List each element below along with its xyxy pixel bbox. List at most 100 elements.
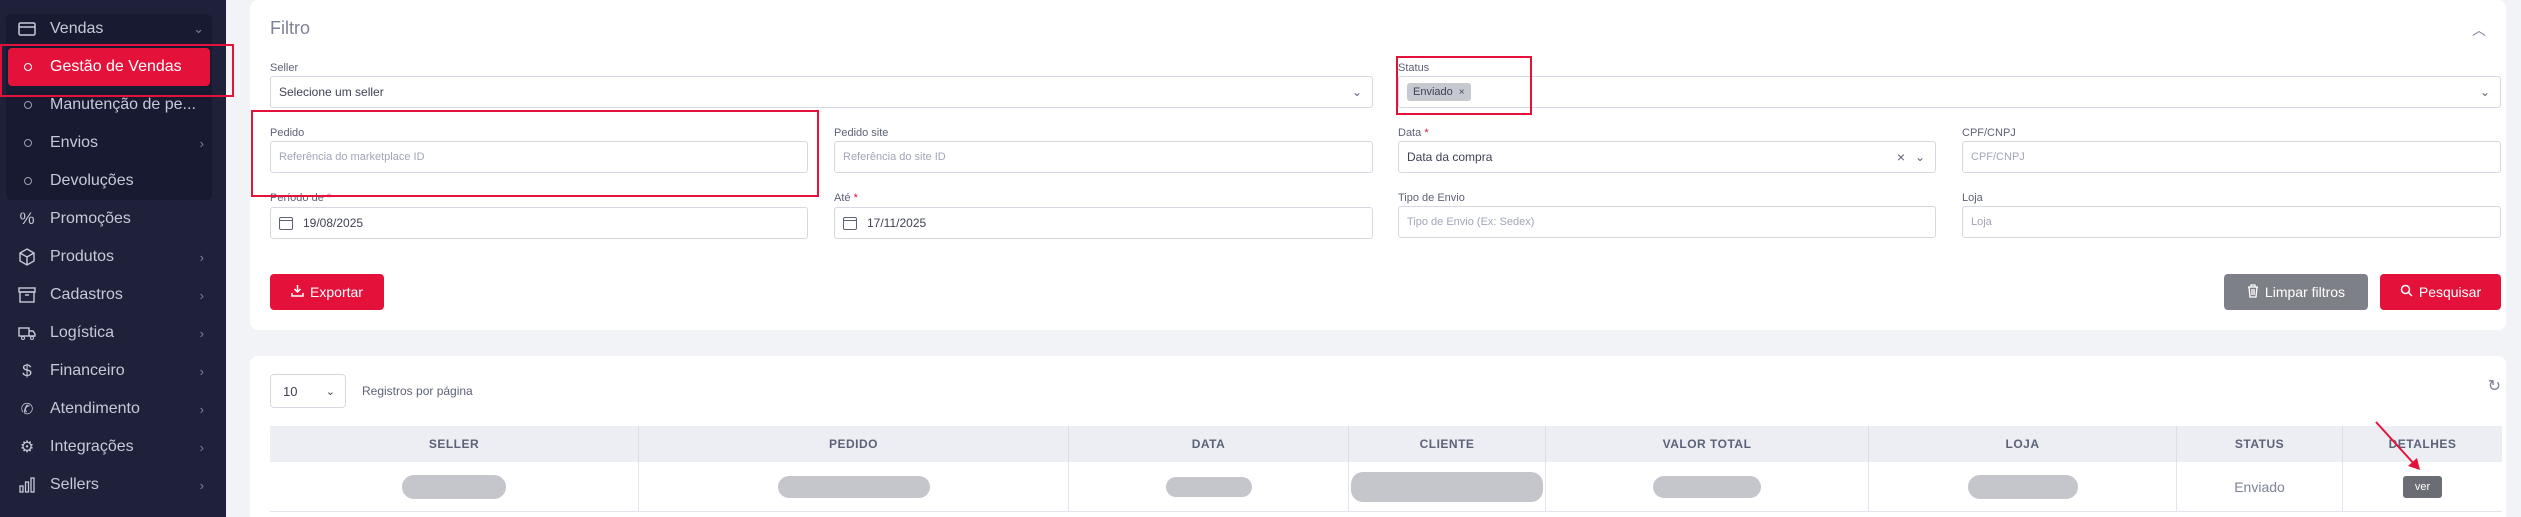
column-header[interactable]: SELLER [270, 426, 639, 462]
bullet-icon [24, 139, 32, 147]
per-page-value: 10 [283, 383, 298, 399]
sidebar-item-produtos[interactable]: Produtos › [0, 238, 226, 276]
redacted-value [1967, 475, 2078, 499]
sidebar-item-financeiro[interactable]: $ Financeiro › [0, 352, 226, 390]
sidebar-item-manutencao[interactable]: Manutenção de pe... [0, 86, 226, 124]
sidebar-item-promocoes[interactable]: % Promoções [0, 200, 226, 238]
chevron-right-icon: › [199, 401, 204, 417]
column-header[interactable]: VALOR TOTAL [1546, 426, 1869, 462]
gear-icon: ⚙ [19, 439, 35, 456]
sidebar-item-label: Financeiro [50, 362, 125, 379]
table-row: Enviado ver [270, 462, 2502, 512]
sidebar-item-vendas[interactable]: Vendas ⌄ [0, 10, 226, 48]
sidebar-item-atendimento[interactable]: ✆ Atendimento › [0, 390, 226, 428]
phone-icon: ✆ [20, 401, 34, 418]
bullet-icon [24, 63, 32, 71]
search-button[interactable]: Pesquisar [2380, 274, 2501, 310]
clear-filters-label: Limpar filtros [2264, 284, 2346, 300]
card-icon [18, 20, 36, 38]
data-select[interactable]: Data da compra × ⌄ [1398, 141, 1936, 173]
download-icon [291, 284, 304, 300]
bullet-icon [24, 177, 32, 185]
refresh-icon[interactable]: ↻ [2488, 376, 2501, 396]
chevron-up-icon[interactable]: ︿ [2472, 20, 2486, 40]
sidebar-item-integracoes[interactable]: ⚙ Integrações › [0, 428, 226, 466]
cpf-label: CPF/CNPJ [1962, 127, 2016, 139]
pedido-input[interactable]: Referência do marketplace ID [270, 141, 808, 173]
pedido-cell [639, 462, 1069, 512]
sidebar-item-sellers[interactable]: Sellers › [0, 466, 226, 504]
sidebar-item-gestao-de-vendas[interactable]: Gestão de Vendas [8, 48, 210, 86]
pedido-label: Pedido [270, 127, 305, 139]
close-icon[interactable]: × [1459, 87, 1465, 98]
sidebar-item-label: Cadastros [50, 286, 123, 303]
sidebar-item-devolucoes[interactable]: Devoluções [0, 162, 226, 200]
data-label-text: Data [1398, 127, 1422, 139]
pedido-site-label: Pedido site [834, 127, 889, 139]
chevron-right-icon: › [199, 249, 204, 265]
sidebar-item-envios[interactable]: Envios › [0, 124, 226, 162]
ate-input[interactable]: 17/11/2025 [834, 207, 1373, 239]
sidebar-item-logistica[interactable]: Logística › [0, 314, 226, 352]
sidebar-item-label: Gestão de Vendas [50, 58, 182, 75]
loja-input[interactable]: Loja [1962, 206, 2501, 238]
seller-cell [270, 462, 639, 512]
sidebar-item-label: Vendas [50, 20, 104, 37]
chevron-right-icon: › [199, 363, 204, 379]
seller-select[interactable]: Selecione um seller ⌄ [270, 76, 1373, 108]
chevron-right-icon: › [199, 135, 204, 151]
status-cell: Enviado [2177, 462, 2343, 512]
periodo-de-label: Período de * [270, 192, 331, 204]
tipo-envio-input[interactable]: Tipo de Envio (Ex: Sedex) [1398, 206, 1936, 238]
seller-placeholder: Selecione um seller [279, 85, 384, 99]
loja-cell [1869, 462, 2177, 512]
chevron-down-icon: ⌄ [325, 385, 335, 398]
export-button[interactable]: Exportar [270, 274, 384, 310]
per-page-select[interactable]: 10 ⌄ [270, 374, 346, 408]
pedido-site-input[interactable]: Referência do site ID [834, 141, 1373, 173]
archive-icon [18, 286, 36, 304]
pedido-placeholder: Referência do marketplace ID [279, 151, 425, 163]
sidebar-item-label: Devoluções [50, 172, 134, 189]
tipo-envio-placeholder: Tipo de Envio (Ex: Sedex) [1407, 216, 1535, 228]
status-tag[interactable]: Enviado × [1407, 83, 1471, 101]
redacted-value [1653, 476, 1761, 498]
loja-label: Loja [1962, 192, 1983, 204]
clear-filters-button[interactable]: Limpar filtros [2224, 274, 2368, 310]
dollar-icon: $ [22, 361, 32, 380]
status-select[interactable]: Enviado × ⌄ [1398, 76, 2501, 108]
table-header: SELLER PEDIDO DATA CLIENTE VALOR TOTAL L… [270, 426, 2502, 462]
pedido-site-placeholder: Referência do site ID [843, 151, 946, 163]
column-header[interactable]: DATA [1069, 426, 1349, 462]
export-label: Exportar [310, 284, 363, 300]
required-mark: * [853, 192, 858, 204]
sidebar-item-label: Sellers [50, 476, 99, 493]
calendar-icon [279, 216, 293, 230]
truck-icon [18, 324, 36, 342]
bar-chart-icon [18, 476, 36, 494]
data-value: Data da compra [1407, 150, 1493, 164]
sidebar-item-cadastros[interactable]: Cadastros › [0, 276, 226, 314]
column-header[interactable]: LOJA [1869, 426, 2177, 462]
redacted-value [402, 475, 506, 499]
ate-value: 17/11/2025 [867, 216, 927, 230]
column-header[interactable]: PEDIDO [639, 426, 1069, 462]
sidebar-item-label: Envios [50, 134, 99, 151]
data-cell [1069, 462, 1349, 512]
sidebar-item-label: Manutenção de pe... [50, 96, 196, 113]
seller-label: Seller [270, 62, 299, 74]
column-header[interactable]: STATUS [2177, 426, 2343, 462]
valor-cell [1546, 462, 1869, 512]
ate-label: Até * [834, 192, 858, 204]
annotation-arrow [2375, 421, 2420, 470]
search-label: Pesquisar [2418, 284, 2482, 300]
periodo-de-input[interactable]: 19/08/2025 [270, 207, 808, 239]
tipo-envio-label: Tipo de Envio [1398, 192, 1465, 204]
percent-icon: % [19, 209, 35, 228]
sidebar-item-label: Integrações [50, 438, 134, 455]
cpf-input[interactable]: CPF/CNPJ [1962, 141, 2501, 173]
data-label: Data * [1398, 127, 1429, 139]
column-header[interactable]: CLIENTE [1349, 426, 1546, 462]
chevron-down-icon: ⌄ [2479, 85, 2490, 99]
close-icon[interactable]: × [1897, 149, 1905, 165]
